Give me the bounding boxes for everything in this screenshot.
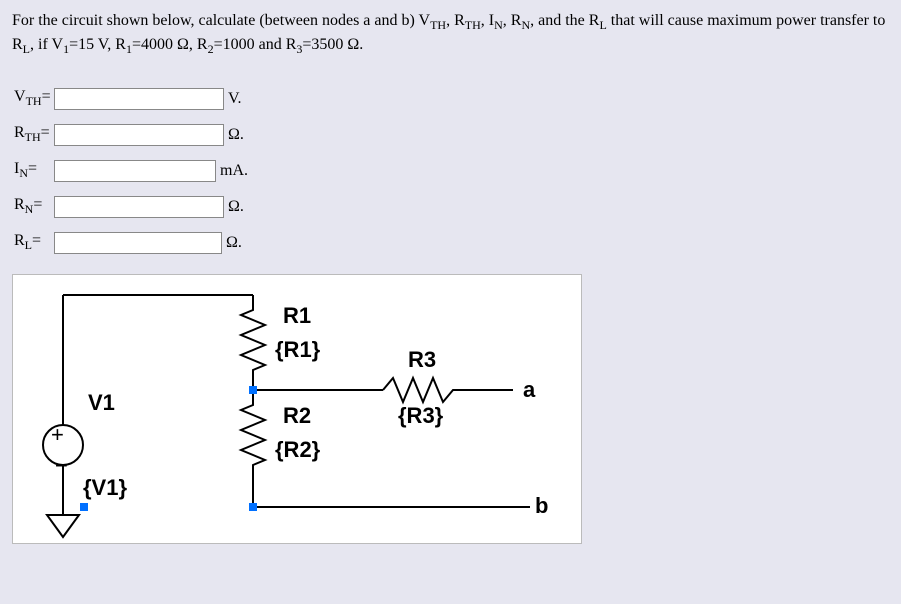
rl-unit: Ω. <box>226 234 242 252</box>
txt: For the circuit shown below, calculate (… <box>12 12 430 29</box>
rl-label: RL= <box>14 232 54 253</box>
sub: L <box>23 42 30 56</box>
txt: , and the R <box>530 12 599 29</box>
minus-sign: − <box>55 453 68 479</box>
rth-input[interactable] <box>54 124 224 146</box>
r2-name: R2 <box>283 403 311 429</box>
vth-row: VTH= V. <box>12 88 889 110</box>
circuit-diagram: V1 + − {V1} R1 {R1} R2 {R2} R3 {R3} a b <box>12 274 582 544</box>
sub: TH <box>465 18 481 32</box>
vth-unit: V. <box>228 90 242 108</box>
rn-unit: Ω. <box>228 198 244 216</box>
inputs-block: VTH= V. RTH= Ω. IN= mA. RN= Ω. RL= Ω. <box>12 88 889 254</box>
sub: N <box>521 18 530 32</box>
rn-row: RN= Ω. <box>12 196 889 218</box>
sub: TH <box>430 18 446 32</box>
r1-name: R1 <box>283 303 311 329</box>
r1-param: {R1} <box>275 337 320 363</box>
problem-statement: For the circuit shown below, calculate (… <box>12 10 889 58</box>
rth-row: RTH= Ω. <box>12 124 889 146</box>
txt: , if V <box>30 36 63 53</box>
vth-label: VTH= <box>14 88 54 109</box>
rl-input[interactable] <box>54 232 222 254</box>
v1-param: {V1} <box>83 475 127 501</box>
rl-row: RL= Ω. <box>12 232 889 254</box>
txt: , R <box>503 12 522 29</box>
rn-label: RN= <box>14 196 54 217</box>
plus-sign: + <box>51 422 64 448</box>
r3-name: R3 <box>408 347 436 373</box>
vth-input[interactable] <box>54 88 224 110</box>
txt: , R <box>446 12 465 29</box>
rth-label: RTH= <box>14 124 54 145</box>
sub: L <box>599 18 606 32</box>
rth-unit: Ω. <box>228 126 244 144</box>
in-input[interactable] <box>54 160 216 182</box>
txt: =3500 Ω. <box>302 36 363 53</box>
v1-name: V1 <box>88 390 115 416</box>
r2-param: {R2} <box>275 437 320 463</box>
in-label: IN= <box>14 160 54 181</box>
txt: =1000 and R <box>214 36 297 53</box>
r3-param: {R3} <box>398 403 443 429</box>
in-row: IN= mA. <box>12 160 889 182</box>
rn-input[interactable] <box>54 196 224 218</box>
sub: N <box>494 18 503 32</box>
txt: =15 V, R <box>69 36 126 53</box>
node-a: a <box>523 377 535 403</box>
node-b: b <box>535 493 548 519</box>
txt: =4000 Ω, R <box>132 36 208 53</box>
in-unit: mA. <box>220 162 248 180</box>
txt: , I <box>481 12 494 29</box>
